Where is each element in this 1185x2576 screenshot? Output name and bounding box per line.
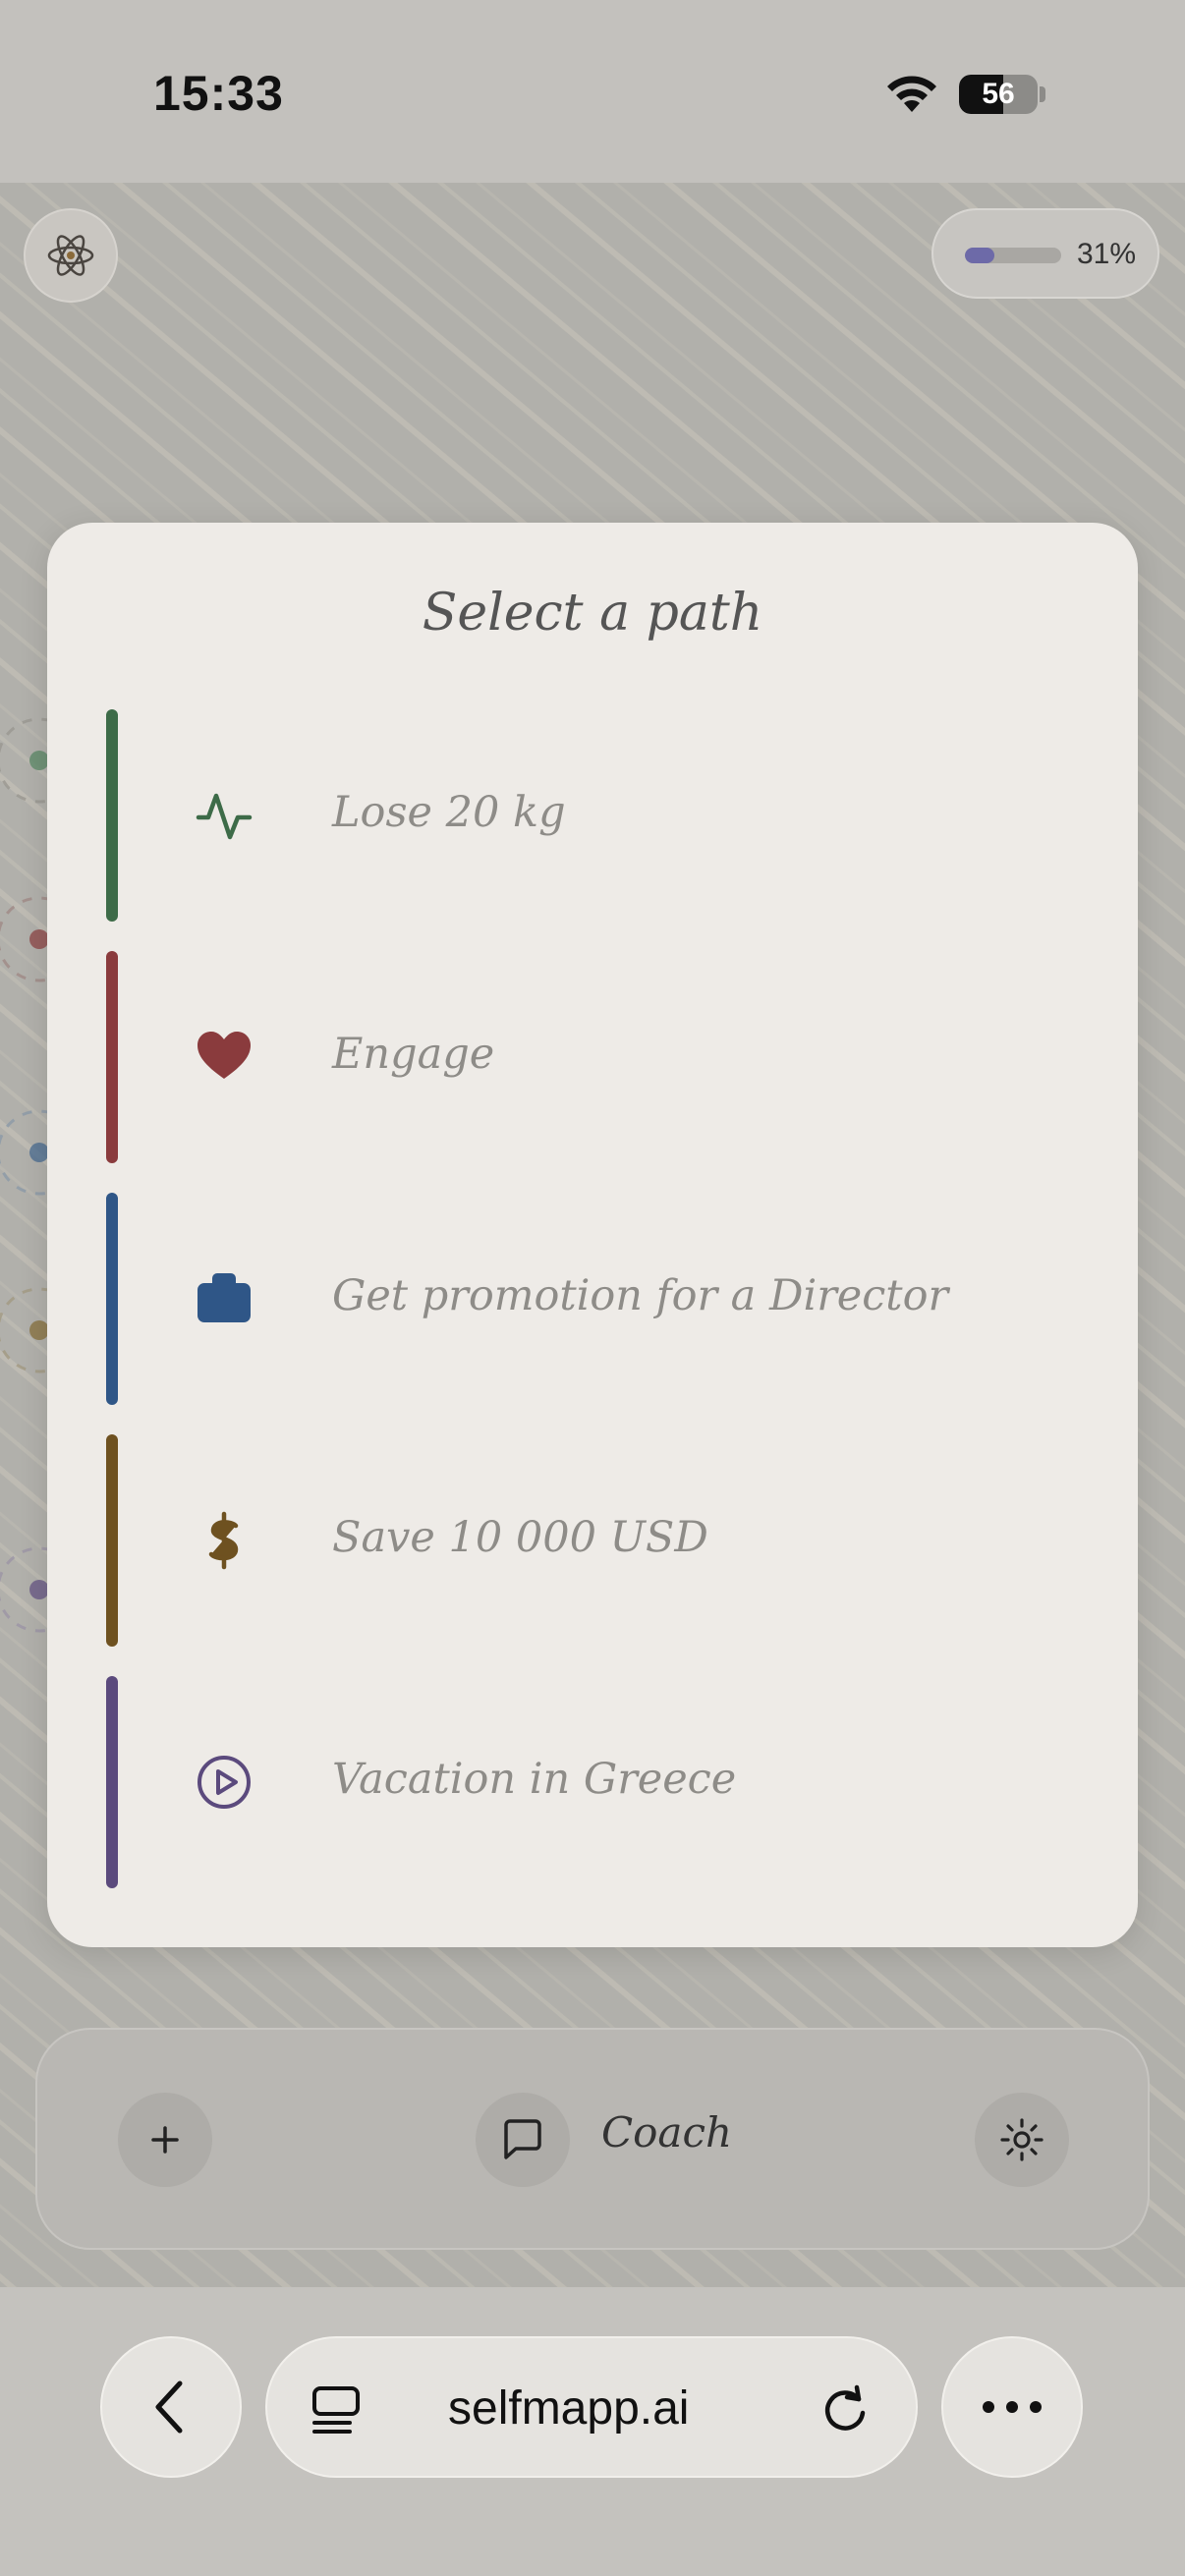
chat-bubble-icon [504,2119,541,2159]
more-icon [983,2401,1042,2413]
briefcase-icon [198,1273,251,1322]
path-color-bar [106,951,118,1163]
address-bar[interactable]: selfmapp.ai [265,2336,918,2478]
browser-bar: selfmapp.ai [0,2287,1185,2576]
coach-label[interactable]: Coach [601,2108,732,2156]
path-item-engage[interactable]: Engage [106,951,1089,1163]
path-item-promotion[interactable]: Get promotion for a Director [106,1193,1089,1405]
more-button[interactable] [941,2336,1083,2478]
path-color-bar [106,1193,118,1405]
progress-track [965,248,1061,263]
play-circle-icon [198,1756,251,1809]
chevron-left-icon [155,2380,183,2434]
progress-fill [965,248,995,263]
path-item-save-money[interactable]: Save 10 000 USD [106,1434,1089,1647]
atom-menu-button[interactable] [24,208,118,303]
url-text[interactable]: selfmapp.ai [448,2381,689,2436]
path-item-vacation[interactable]: Vacation in Greece [106,1676,1089,1888]
path-color-bar [106,709,118,922]
wifi-icon [887,76,936,112]
path-label: Lose 20 kg [332,788,566,837]
battery-icon: 56 [959,75,1038,114]
add-button[interactable] [118,2093,212,2187]
plus-icon [151,2126,179,2154]
dollar-icon [208,1511,239,1570]
path-label: Vacation in Greece [332,1755,737,1804]
sun-icon [1000,2118,1044,2161]
path-label: Save 10 000 USD [332,1513,708,1562]
coach-button[interactable] [476,2093,570,2187]
bottom-toolbar: Coach [35,2028,1150,2250]
activity-icon [196,793,253,840]
select-path-modal: Select a path Lose 20 kg Engage Get prom… [47,523,1138,1947]
path-label: Get promotion for a Director [332,1271,949,1320]
heart-icon [198,1032,251,1079]
modal-title: Select a path [422,584,763,643]
status-time: 15:33 [153,66,284,121]
tabs-icon[interactable] [310,2385,362,2435]
theme-toggle-button[interactable] [975,2093,1069,2187]
back-button[interactable] [100,2336,242,2478]
path-color-bar [106,1676,118,1888]
path-label: Engage [332,1030,495,1079]
path-color-bar [106,1434,118,1647]
progress-label: 31% [1077,238,1137,270]
progress-indicator[interactable]: 31% [931,208,1159,299]
status-bar: 15:33 56 [0,0,1185,183]
reload-icon[interactable] [819,2383,871,2435]
battery-level: 56 [982,78,1015,110]
path-item-lose-weight[interactable]: Lose 20 kg [106,709,1089,922]
atom-icon [47,235,94,276]
